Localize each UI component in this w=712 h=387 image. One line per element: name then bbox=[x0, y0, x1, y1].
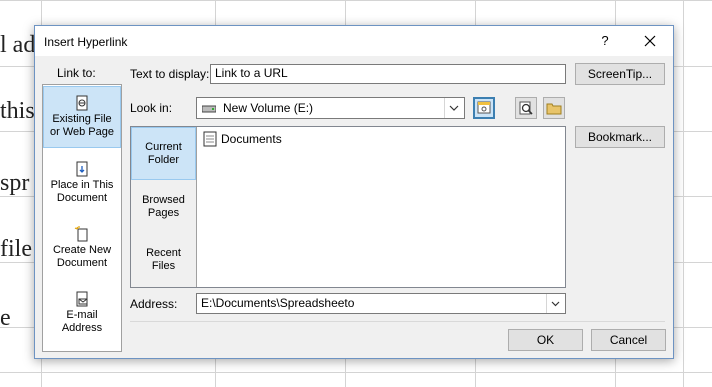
close-icon bbox=[644, 35, 656, 47]
tab-browsed-pages[interactable]: Browsed Pages bbox=[131, 180, 196, 233]
tab-label-line1: Browsed bbox=[142, 193, 185, 206]
cancel-button[interactable]: Cancel bbox=[591, 329, 666, 351]
tab-label-line1: Current bbox=[145, 140, 182, 153]
grid-line bbox=[683, 0, 684, 387]
address-value: E:\Documents\Spreadsheeto bbox=[201, 296, 355, 310]
search-file-icon bbox=[519, 101, 533, 115]
cell-text: l ad bbox=[0, 32, 36, 58]
divider bbox=[130, 321, 665, 322]
help-button[interactable]: ? bbox=[591, 31, 619, 51]
screentip-button-label: ScreenTip... bbox=[587, 67, 653, 81]
document-folder-icon bbox=[203, 131, 217, 147]
cell-text: spr bbox=[0, 170, 30, 196]
nav-label-line1: Place in This bbox=[50, 179, 114, 191]
browse-tabs: Current Folder Browsed Pages Recent Files bbox=[131, 127, 197, 287]
screentip-button[interactable]: ScreenTip... bbox=[575, 63, 665, 85]
tab-label-line2: Pages bbox=[147, 206, 180, 219]
recent-folder-button[interactable] bbox=[543, 97, 565, 119]
ok-button[interactable]: OK bbox=[508, 329, 583, 351]
chevron-down-icon bbox=[444, 98, 459, 118]
ok-button-label: OK bbox=[536, 333, 555, 347]
nav-label-line2: Document bbox=[56, 192, 108, 204]
tab-label-line2: Files bbox=[151, 259, 176, 272]
tab-label-line1: Recent bbox=[146, 246, 181, 259]
chevron-down-icon bbox=[546, 294, 560, 313]
text-to-display-label: Text to display: bbox=[130, 67, 210, 81]
link-to-place-in-document[interactable]: Place in This Document bbox=[43, 161, 121, 213]
file-name: Documents bbox=[221, 132, 282, 146]
file-list-item[interactable]: Documents bbox=[203, 130, 282, 148]
tab-recent-files[interactable]: Recent Files bbox=[131, 233, 196, 286]
browse-file-button[interactable] bbox=[515, 97, 537, 119]
address-label: Address: bbox=[130, 297, 178, 311]
grid-line bbox=[0, 0, 712, 1]
insert-hyperlink-dialog: Insert Hyperlink ? Link to: Existing Fil… bbox=[34, 25, 674, 359]
link-to-existing-file[interactable]: Existing File or Web Page bbox=[43, 86, 121, 148]
look-in-dropdown[interactable]: New Volume (E:) bbox=[196, 97, 465, 119]
grid-line bbox=[0, 372, 712, 373]
bookmark-button-label: Bookmark... bbox=[587, 130, 653, 144]
dialog-titlebar[interactable]: Insert Hyperlink ? bbox=[35, 26, 673, 56]
cell-text: file bbox=[0, 236, 32, 262]
email-icon bbox=[76, 291, 88, 307]
nav-label-line1: Existing File bbox=[52, 113, 112, 125]
bookmark-button[interactable]: Bookmark... bbox=[575, 126, 665, 148]
link-to-create-new-document[interactable]: Create New Document bbox=[43, 226, 121, 278]
browse-web-button[interactable] bbox=[473, 97, 495, 119]
web-browse-icon bbox=[477, 101, 491, 114]
cell-text: e bbox=[0, 305, 11, 331]
nav-label-line2: Address bbox=[61, 322, 103, 334]
close-button[interactable] bbox=[635, 29, 665, 53]
drive-icon bbox=[202, 105, 216, 113]
link-to-panel: Existing File or Web Page Place in This … bbox=[42, 84, 122, 352]
nav-label-line1: E-mail bbox=[66, 309, 98, 321]
cell-text: this bbox=[0, 98, 35, 124]
folder-icon bbox=[546, 103, 562, 115]
tab-label-line2: Folder bbox=[147, 153, 180, 166]
document-place-icon bbox=[76, 161, 88, 177]
nav-label-line2: or Web Page bbox=[49, 126, 114, 138]
file-browser: Current Folder Browsed Pages Recent Files D… bbox=[130, 126, 566, 288]
look-in-value: New Volume (E:) bbox=[223, 101, 314, 115]
link-to-email-address[interactable]: E-mail Address bbox=[43, 291, 121, 345]
cancel-button-label: Cancel bbox=[609, 333, 648, 347]
link-to-label: Link to: bbox=[57, 66, 96, 80]
address-input[interactable]: E:\Documents\Spreadsheeto bbox=[196, 293, 566, 314]
dialog-title: Insert Hyperlink bbox=[44, 35, 128, 49]
web-page-file-icon bbox=[76, 95, 88, 111]
nav-label-line2: Document bbox=[56, 257, 108, 269]
new-document-icon bbox=[74, 226, 88, 242]
look-in-label: Look in: bbox=[130, 101, 173, 115]
tab-current-folder[interactable]: Current Folder bbox=[131, 127, 196, 180]
text-to-display-input[interactable]: Link to a URL bbox=[210, 64, 566, 84]
nav-label-line1: Create New bbox=[52, 244, 112, 256]
